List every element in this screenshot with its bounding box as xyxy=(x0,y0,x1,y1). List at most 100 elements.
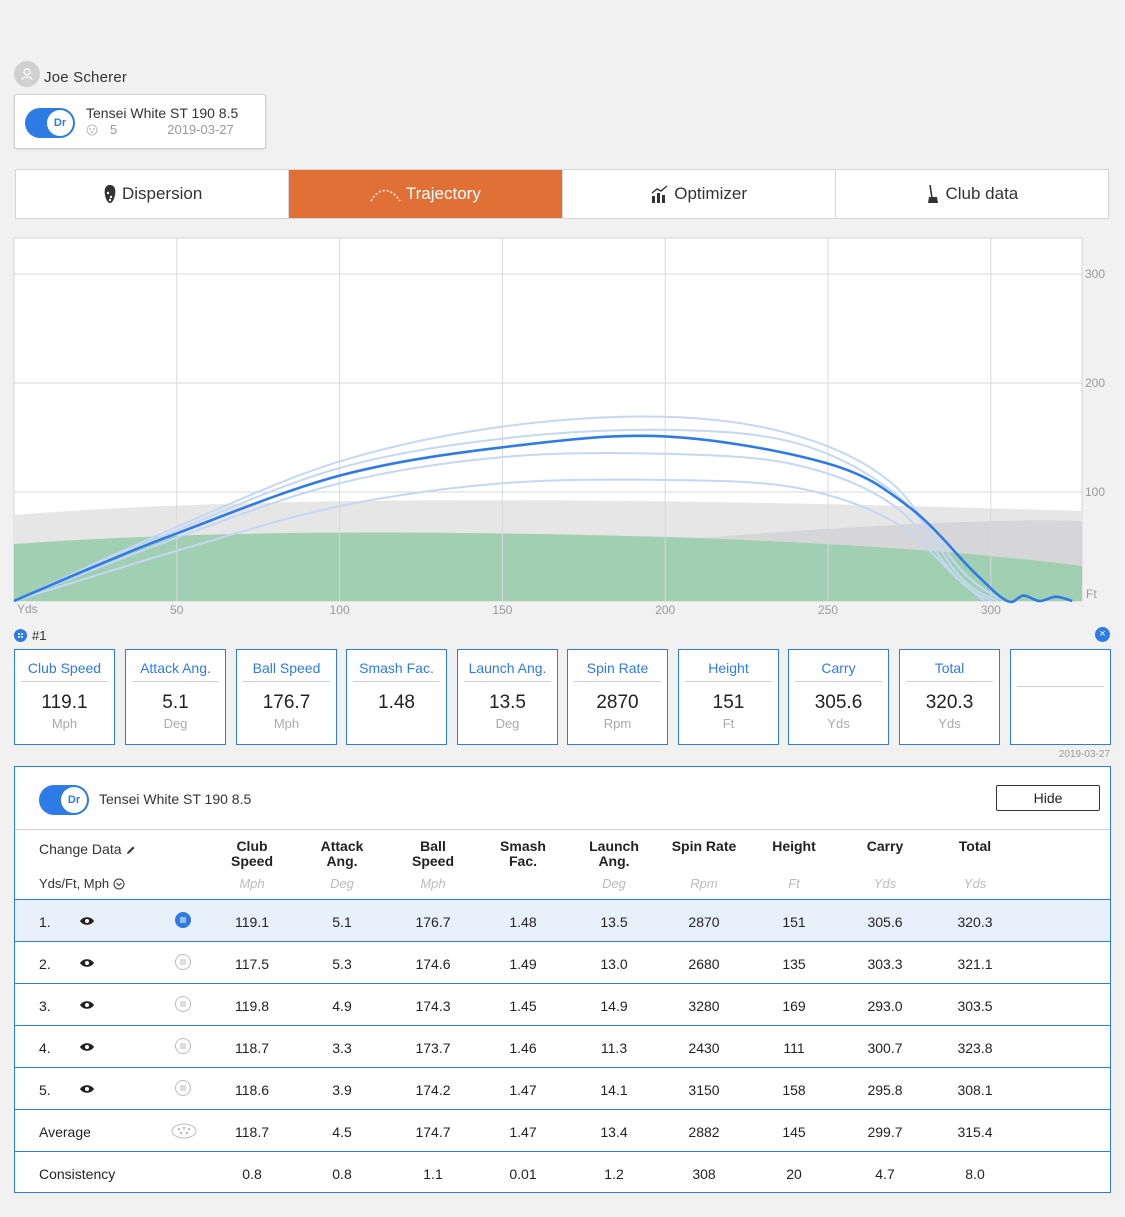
eye-icon[interactable] xyxy=(79,914,95,932)
metric-ball-speed[interactable]: Ball Speed 176.7 Mph xyxy=(236,649,337,745)
average-label: Average xyxy=(39,1124,91,1140)
metric-value: 151 xyxy=(712,692,745,713)
x-tick-label: 200 xyxy=(655,603,675,617)
metric-unit: Yds xyxy=(938,716,961,731)
table-cell: 308.1 xyxy=(957,1082,993,1098)
close-icon[interactable]: × xyxy=(1095,627,1110,642)
row-index: 2. xyxy=(39,956,51,972)
metric-launch-angle[interactable]: Launch Ang. 13.5 Deg xyxy=(457,649,558,745)
tab-trajectory[interactable]: Trajectory xyxy=(289,170,563,218)
table-club-name: Tensei White ST 190 8.5 xyxy=(99,791,252,807)
table-cell: 14.1 xyxy=(600,1082,628,1098)
table-club-toggle-label: Dr xyxy=(61,787,87,813)
tab-club-data[interactable]: Club data xyxy=(836,170,1108,218)
x-tick-label: 150 xyxy=(492,603,512,617)
shot-group-icon[interactable] xyxy=(175,996,191,1012)
metric-unit: Rpm xyxy=(603,716,632,731)
shot-group-icon[interactable] xyxy=(175,1080,191,1096)
trajectory-chart: 50 100 150 200 250 300 100 200 300 Yds Ft xyxy=(0,236,1125,631)
change-data-label: Change Data xyxy=(39,841,122,857)
column-header[interactable]: Height xyxy=(754,839,834,854)
column-header-line1: Club xyxy=(236,838,268,854)
metric-total[interactable]: Total 320.3 Yds xyxy=(899,649,1000,745)
eye-icon[interactable] xyxy=(79,998,95,1016)
metric-label: Smash Fac. xyxy=(353,660,440,682)
metric-label: Attack Ang. xyxy=(132,660,219,682)
column-header[interactable]: Carry xyxy=(845,839,925,854)
row-index: 3. xyxy=(39,998,51,1014)
table-cell: 174.2 xyxy=(415,1082,451,1098)
y-tick-label: 200 xyxy=(1085,376,1105,390)
table-cell: 119.1 xyxy=(235,914,269,930)
row-index: 5. xyxy=(39,1082,51,1098)
table-cell: 1.48 xyxy=(509,914,537,930)
table-cell: 4.9 xyxy=(332,998,352,1014)
metric-carry[interactable]: Carry 305.6 Yds xyxy=(788,649,889,745)
user-profile[interactable]: Joe Scherer xyxy=(14,61,127,87)
table-row[interactable]: 4. 118.7 3.3 173.7 1.46 11.3 2430 111 300.7 323.8 xyxy=(15,1025,1110,1067)
units-selector[interactable]: Yds/Ft, Mph xyxy=(39,876,125,891)
metric-height[interactable]: Height 151 Ft xyxy=(678,649,779,745)
hide-button[interactable]: Hide xyxy=(996,785,1100,811)
table-cell: 5.3 xyxy=(332,956,352,972)
club-toggle[interactable]: Dr xyxy=(25,108,75,138)
table-cell: 13.0 xyxy=(600,956,628,972)
table-cell: 1.47 xyxy=(509,1124,537,1140)
column-header-line2: Ang. xyxy=(326,853,358,869)
eye-icon[interactable] xyxy=(79,956,95,974)
column-unit: Deg xyxy=(330,876,354,891)
column-header[interactable]: Attack Ang. xyxy=(302,839,382,869)
x-unit-label: Yds xyxy=(17,602,38,616)
column-header-line1: Launch xyxy=(589,838,639,854)
table-cell: 308 xyxy=(692,1166,716,1182)
table-row[interactable]: 5. 118.6 3.9 174.2 1.47 14.1 3150 158 295.8 308.1 xyxy=(15,1067,1110,1109)
table-row[interactable]: 1. 119.1 5.1 176.7 1.48 13.5 2870 151 305.6 320.3 xyxy=(15,899,1110,941)
tab-optimizer[interactable]: Optimizer xyxy=(563,170,836,218)
shots-table-panel: Dr Tensei White ST 190 8.5 Hide Change D… xyxy=(14,766,1111,1193)
column-header[interactable]: Spin Rate xyxy=(664,839,744,854)
shot-group-icon[interactable] xyxy=(175,954,191,970)
table-cell: 1.2 xyxy=(604,1166,624,1182)
column-unit: Mph xyxy=(420,876,446,891)
column-header[interactable]: Total xyxy=(935,839,1015,854)
table-club-toggle[interactable]: Dr xyxy=(39,785,89,815)
table-cell: 1.49 xyxy=(509,956,537,972)
table-cell: 0.01 xyxy=(509,1166,537,1182)
table-cell: 303.5 xyxy=(957,998,993,1014)
metric-smash-factor[interactable]: Smash Fac. 1.48 xyxy=(346,649,447,745)
metric-spin-rate[interactable]: Spin Rate 2870 Rpm xyxy=(567,649,668,745)
column-unit: Ft xyxy=(788,876,800,891)
club-card[interactable]: Dr Tensei White ST 190 8.5 5 2019-03-27 xyxy=(14,94,266,149)
column-unit: Rpm xyxy=(690,876,718,891)
column-header-line1: Height xyxy=(772,838,816,854)
column-header[interactable]: Ball Speed xyxy=(393,839,473,869)
column-unit: Yds xyxy=(873,876,897,891)
table-cell: 2882 xyxy=(688,1124,720,1140)
metric-label: Carry xyxy=(795,660,882,682)
change-data-button[interactable]: Change Data xyxy=(39,841,136,857)
metric-attack-angle[interactable]: Attack Ang. 5.1 Deg xyxy=(125,649,226,745)
metric-unit: Ft xyxy=(722,716,735,731)
column-header-line1: Smash xyxy=(500,838,546,854)
y-tick-label: 100 xyxy=(1085,485,1105,499)
table-cell: 1.1 xyxy=(423,1166,443,1182)
average-row: Average 118.7 4.5 174.7 1.47 13.4 2882 145 299.7… xyxy=(15,1109,1110,1151)
club-shot-count: 5 xyxy=(110,122,118,137)
eye-icon[interactable] xyxy=(79,1040,95,1058)
table-row[interactable]: 3. 119.8 4.9 174.3 1.45 14.9 3280 169 293.0 303.5 xyxy=(15,983,1110,1025)
column-header[interactable]: Club Speed xyxy=(212,839,292,869)
table-cell: 13.5 xyxy=(600,914,628,930)
tab-optimizer-label: Optimizer xyxy=(674,184,747,203)
column-header[interactable]: Launch Ang. xyxy=(574,839,654,869)
shot-group-icon[interactable] xyxy=(175,1038,191,1054)
shot-group-icon[interactable] xyxy=(175,912,191,928)
eye-icon[interactable] xyxy=(79,1082,95,1100)
row-index: 4. xyxy=(39,1040,51,1056)
tab-dispersion[interactable]: Dispersion xyxy=(16,170,290,218)
column-header[interactable]: Smash Fac. xyxy=(483,839,563,869)
table-cell: 3280 xyxy=(688,998,720,1014)
table-row[interactable]: 2. 117.5 5.3 174.6 1.49 13.0 2680 135 303.3 321.1 xyxy=(15,941,1110,983)
metric-empty-slot[interactable] xyxy=(1010,649,1111,745)
column-header-line1: Ball xyxy=(420,838,446,854)
metric-club-speed[interactable]: Club Speed 119.1 Mph xyxy=(14,649,115,745)
